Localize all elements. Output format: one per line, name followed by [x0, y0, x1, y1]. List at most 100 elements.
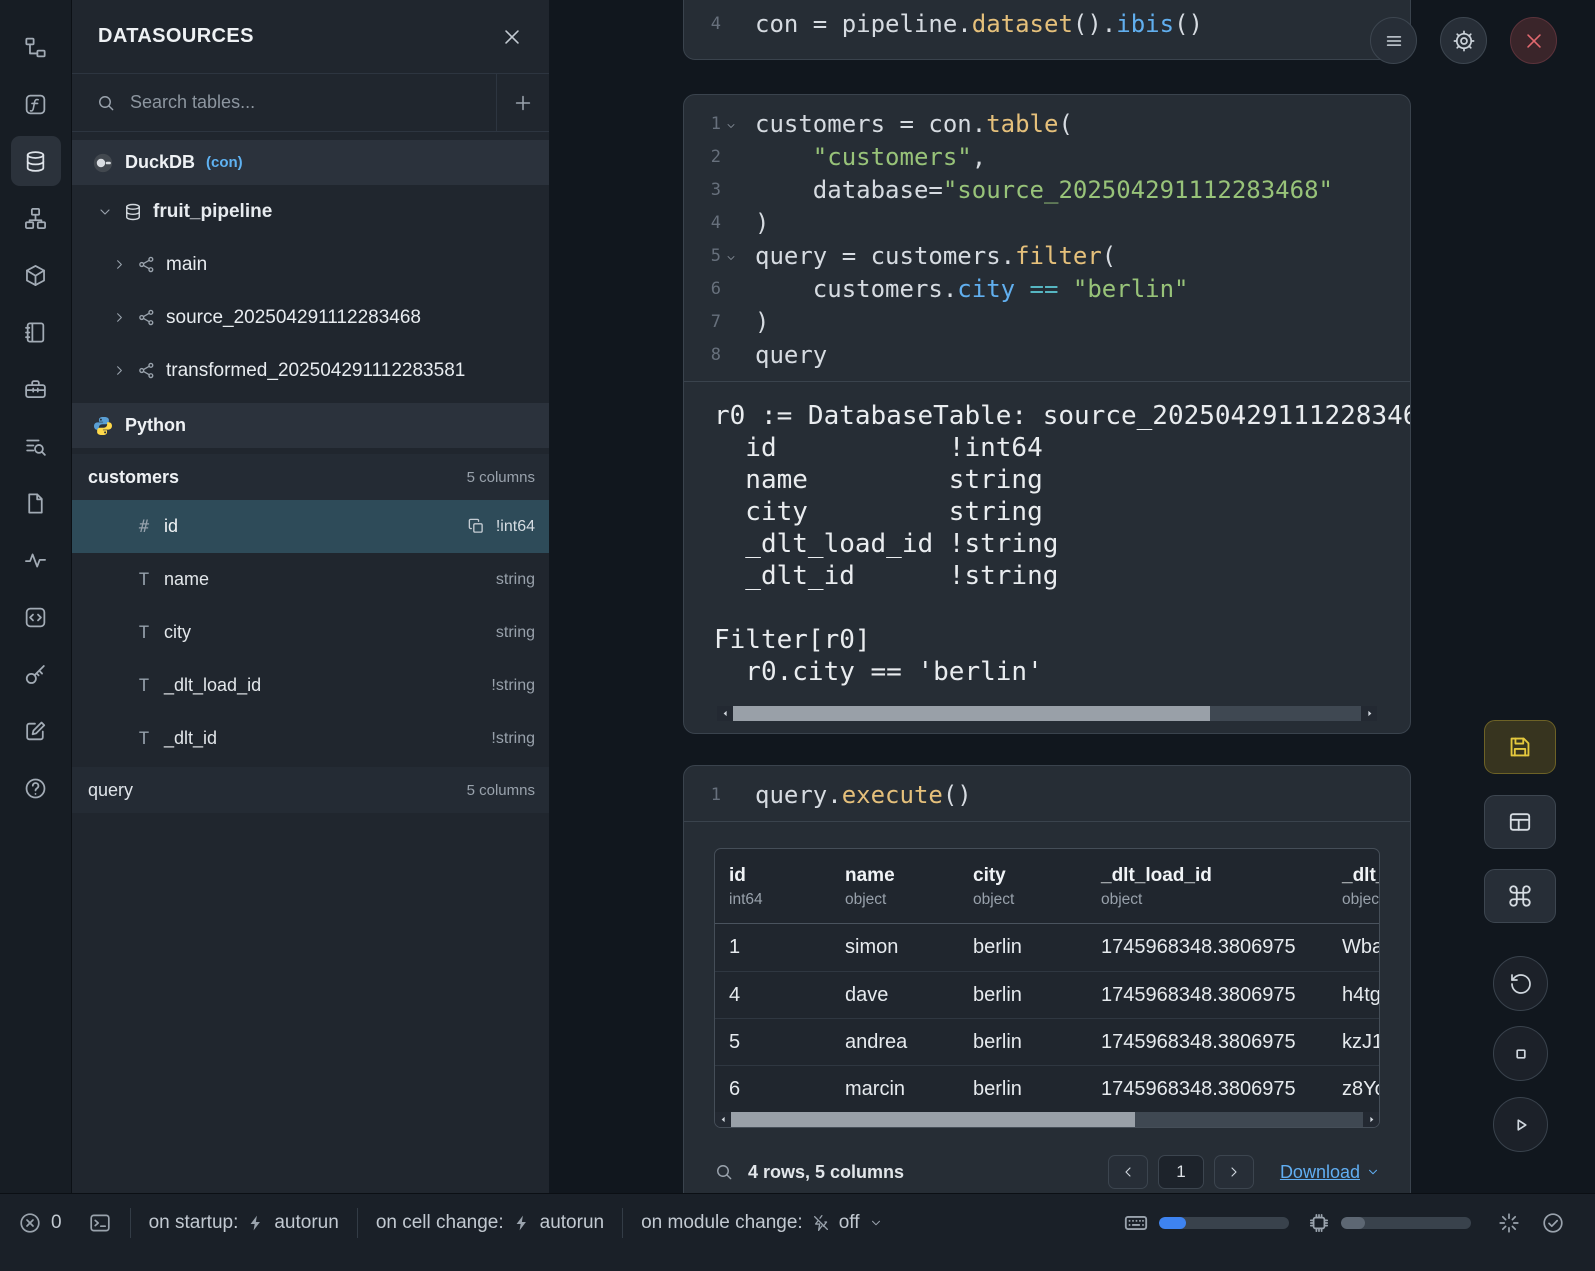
function-nav-button[interactable] [11, 79, 61, 129]
column-row-id[interactable]: #id!int64 [72, 500, 549, 553]
memory-meter[interactable] [1341, 1217, 1471, 1229]
chevron-down-icon[interactable] [97, 204, 113, 220]
prev-page-button[interactable] [1108, 1155, 1148, 1189]
code-line-1[interactable]: 1query.execute() [684, 778, 1410, 811]
page-indicator[interactable]: 1 [1158, 1155, 1204, 1189]
tree-item-main[interactable]: main [72, 238, 549, 291]
scrollbar-track[interactable] [733, 706, 1361, 721]
scrollbar-thumb[interactable] [731, 1112, 1135, 1127]
python-section-row[interactable]: Python [72, 403, 549, 448]
column-header-_dlt_id[interactable]: _dlt_idobject [1328, 849, 1380, 923]
graph-nav-button[interactable] [11, 193, 61, 243]
code-text: con = pipeline.dataset().ibis() [741, 10, 1203, 38]
layout-toggle-button[interactable] [1484, 795, 1556, 849]
result-table: idint64nameobjectcityobject_dlt_load_ido… [714, 848, 1380, 1128]
chevron-right-icon[interactable] [112, 310, 127, 325]
download-link[interactable]: Download [1280, 1162, 1380, 1183]
check-circle-icon[interactable] [1541, 1211, 1565, 1235]
code-line-5[interactable]: 5query = customers.filter( [684, 239, 1410, 272]
run-button[interactable] [1493, 1097, 1548, 1152]
fold-chevron-icon[interactable] [725, 252, 737, 264]
chevron-left-icon [1120, 1164, 1136, 1180]
database-nav-button[interactable] [11, 136, 61, 186]
list-search-nav-button[interactable] [11, 421, 61, 471]
scroll-left-button[interactable] [715, 1112, 731, 1127]
table-search-icon[interactable] [714, 1162, 734, 1182]
scrollbar-thumb[interactable] [733, 706, 1210, 721]
column-header-city[interactable]: cityobject [959, 849, 1087, 923]
file-nav-button[interactable] [11, 478, 61, 528]
tree-item-source[interactable]: source_202504291112283468 [72, 291, 549, 344]
on-cell-change-setting[interactable]: on cell change: autorun [376, 1212, 604, 1234]
file-icon [23, 491, 48, 516]
code-line-3[interactable]: 3 database="source_202504291112283468" [684, 173, 1410, 206]
on-module-change-setting[interactable]: on module change: off [641, 1212, 882, 1234]
scroll-right-button[interactable] [1363, 1112, 1379, 1127]
search-tables-input[interactable] [130, 92, 496, 113]
column-header-name[interactable]: nameobject [831, 849, 959, 923]
code-editor[interactable]: 1query.execute() [684, 766, 1410, 821]
key-nav-button[interactable] [11, 649, 61, 699]
code-editor[interactable]: 1customers = con.table(2 "customers",3 d… [684, 95, 1410, 381]
code-line-2[interactable]: 2 "customers", [684, 140, 1410, 173]
duckdb-engine-row[interactable]: DuckDB (con) [72, 140, 549, 185]
code-line-7[interactable]: 7) [684, 305, 1410, 338]
column-row-name[interactable]: Tnamestring [72, 553, 549, 606]
errors-indicator[interactable]: 0 [18, 1211, 62, 1235]
notebook-menu-button[interactable] [1370, 17, 1417, 64]
next-page-button[interactable] [1214, 1155, 1254, 1189]
code-line-6[interactable]: 6 customers.city == "berlin" [684, 272, 1410, 305]
command-palette-button[interactable] [1484, 869, 1556, 923]
toolbox-nav-button[interactable] [11, 364, 61, 414]
scrollbar-track[interactable] [731, 1112, 1363, 1127]
stop-icon [1509, 1042, 1533, 1066]
code-line-8[interactable]: 8query [684, 338, 1410, 371]
error-circle-icon [18, 1211, 42, 1235]
fold-chevron-icon[interactable] [725, 120, 737, 132]
tree-item-fruit-pipeline[interactable]: fruit_pipeline [72, 185, 549, 238]
close-panel-icon[interactable] [501, 26, 523, 48]
settings-button[interactable] [1440, 17, 1487, 64]
scroll-left-button[interactable] [717, 706, 733, 721]
scroll-right-button[interactable] [1361, 706, 1377, 721]
stop-button[interactable] [1493, 1026, 1548, 1081]
copy-icon[interactable] [467, 517, 486, 536]
edit-icon [23, 719, 48, 744]
save-button[interactable] [1484, 720, 1556, 774]
tree-nav-button[interactable] [11, 22, 61, 72]
edit-nav-button[interactable] [11, 706, 61, 756]
sparkle-activity-icon[interactable] [1497, 1211, 1521, 1235]
code-line-1[interactable]: 1customers = con.table( [684, 107, 1410, 140]
table-row-query[interactable]: query 5 columns [72, 767, 549, 813]
column-header-_dlt_load_id[interactable]: _dlt_load_idobject [1087, 849, 1328, 923]
code-line-4[interactable]: 4) [684, 206, 1410, 239]
terminal-button[interactable] [88, 1211, 112, 1235]
tree-item-transformed[interactable]: transformed_202504291112283581 [72, 344, 549, 397]
on-startup-setting[interactable]: on startup: autorun [149, 1212, 339, 1234]
pulse-nav-button[interactable] [11, 535, 61, 585]
notebook-nav-button[interactable] [11, 307, 61, 357]
column-row-_dlt_load_id[interactable]: T_dlt_load_id!string [72, 659, 549, 712]
code-editor[interactable]: 4con = pipeline.dataset().ibis() [684, 0, 1410, 50]
code-line-4[interactable]: 4con = pipeline.dataset().ibis() [684, 7, 1410, 40]
chevron-right-icon[interactable] [112, 257, 127, 272]
table-row-2[interactable]: 4daveberlin1745968348.3806975h4tg [715, 971, 1379, 1018]
table-row-1[interactable]: 1simonberlin1745968348.3806975Wba [715, 924, 1379, 971]
help-nav-button[interactable] [11, 763, 61, 813]
chevron-right-icon[interactable] [112, 363, 127, 378]
table-row-3[interactable]: 5andreaberlin1745968348.3806975kzJ1 [715, 1018, 1379, 1065]
text-type-icon: T [134, 623, 154, 643]
table-row-4[interactable]: 6marcinberlin1745968348.3806975z8Yo [715, 1065, 1379, 1112]
table-cell: andrea [831, 1031, 959, 1054]
column-row-_dlt_id[interactable]: T_dlt_id!string [72, 712, 549, 765]
keyboard-shortcuts-meter[interactable] [1159, 1217, 1289, 1229]
table-row-customers[interactable]: customers 5 columns [72, 454, 549, 500]
undo-button[interactable] [1493, 956, 1548, 1011]
table-cell: dave [831, 984, 959, 1007]
column-row-city[interactable]: Tcitystring [72, 606, 549, 659]
column-header-id[interactable]: idint64 [715, 849, 831, 923]
cube-nav-button[interactable] [11, 250, 61, 300]
shutdown-button[interactable] [1510, 17, 1557, 64]
add-datasource-button[interactable] [496, 74, 549, 132]
snippet-nav-button[interactable] [11, 592, 61, 642]
